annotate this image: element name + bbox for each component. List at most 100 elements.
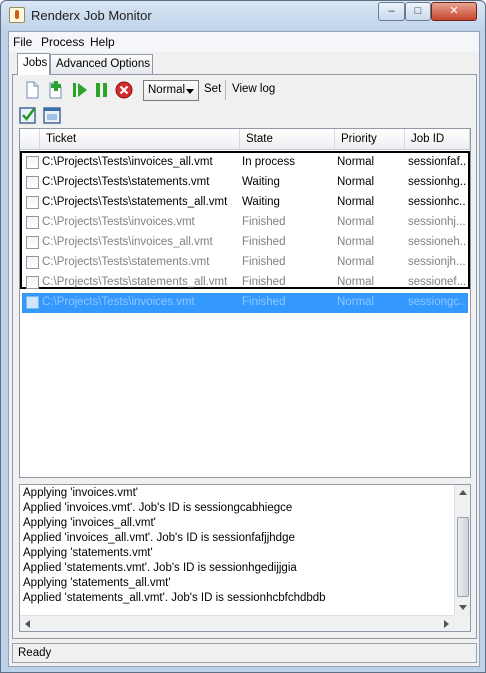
cell-state: Finished (242, 236, 286, 248)
cell-state: Finished (242, 296, 286, 308)
row-checkbox[interactable] (26, 176, 39, 189)
client-area: File Process Help Jobs Advanced Options (8, 31, 480, 667)
menu-help[interactable]: Help (90, 35, 115, 49)
cell-ticket: C:\Projects\Tests\invoices.vmt (42, 216, 195, 228)
log-line: Applied 'invoices.vmt'. Job's ID is sess… (23, 502, 293, 514)
cell-job-id: sessionhc... (408, 196, 466, 208)
header-job-id[interactable]: Job ID (405, 129, 470, 150)
row-checkbox[interactable] (26, 196, 39, 209)
cell-priority: Normal (337, 276, 375, 288)
cell-ticket: C:\Projects\Tests\statements_all.vmt (42, 276, 228, 288)
java-app-icon (9, 7, 25, 23)
cell-state: In process (242, 156, 296, 168)
row-checkbox[interactable] (26, 216, 39, 229)
set-button[interactable]: Set (204, 83, 221, 95)
table-row[interactable]: C:\Projects\Tests\invoices_all.vmt Finish… (22, 233, 468, 253)
toolbar: Normal Set View log (18, 79, 472, 103)
header-state[interactable]: State (240, 129, 335, 150)
pause-icon[interactable] (92, 80, 112, 100)
add-document-icon[interactable] (45, 80, 65, 100)
priority-select-value: Normal (148, 84, 186, 96)
cell-job-id: sessionhj... (408, 216, 466, 228)
priority-select[interactable]: Normal (143, 80, 199, 101)
cell-priority: Normal (337, 156, 375, 168)
cell-priority: Normal (337, 196, 375, 208)
row-checkbox[interactable] (26, 256, 39, 269)
select-window-icon[interactable] (42, 105, 62, 125)
log-line: Applied 'invoices_all.vmt'. Job's ID is … (23, 532, 295, 544)
cell-priority: Normal (337, 256, 375, 268)
cell-state: Finished (242, 216, 286, 228)
scrollbar-corner (454, 615, 470, 631)
cell-job-id: sessionef... (408, 276, 466, 288)
header-ticket[interactable]: Ticket (40, 129, 240, 150)
table-row[interactable]: C:\Projects\Tests\invoices.vmt Finished No… (22, 293, 468, 313)
log-line: Applying 'statements.vmt' (23, 547, 153, 559)
menu-process[interactable]: Process (41, 35, 84, 49)
row-checkbox[interactable] (26, 156, 39, 169)
cell-state: Finished (242, 276, 286, 288)
cell-priority: Normal (337, 296, 375, 308)
play-icon[interactable] (70, 80, 90, 100)
tab-advanced-options[interactable]: Advanced Options (50, 54, 153, 75)
jobs-panel: Normal Set View log Ticket State Priorit… (12, 74, 477, 639)
tab-jobs[interactable]: Jobs (17, 53, 50, 75)
row-checkbox[interactable] (26, 236, 39, 249)
cell-ticket: C:\Projects\Tests\statements.vmt (42, 256, 210, 268)
table-row[interactable]: C:\Projects\Tests\invoices.vmt Finished No… (22, 213, 468, 233)
table-row[interactable]: C:\Projects\Tests\statements_all.vmt Wait… (22, 193, 468, 213)
toolbar-secondary (18, 105, 78, 125)
close-button[interactable]: ✕ (431, 2, 477, 21)
window-title: Renderx Job Monitor (31, 8, 152, 23)
cell-ticket: C:\Projects\Tests\invoices_all.vmt (42, 156, 213, 168)
log-panel: Applying 'invoices.vmt' Applied 'invoices… (19, 484, 471, 632)
log-line: Applied 'statements_all.vmt'. Job's ID i… (23, 592, 326, 604)
cell-ticket: C:\Projects\Tests\statements_all.vmt (42, 196, 228, 208)
log-line: Applying 'invoices.vmt' (23, 487, 138, 499)
scroll-down-icon[interactable] (459, 605, 467, 610)
cell-priority: Normal (337, 236, 375, 248)
menu-file[interactable]: File (13, 35, 32, 49)
log-line: Applying 'statements_all.vmt' (23, 577, 171, 589)
table-header: Ticket State Priority Job ID (20, 129, 470, 150)
minimize-button[interactable]: ‒ (378, 2, 405, 21)
title-bar[interactable]: Renderx Job Monitor ‒ □ ✕ (1, 1, 485, 31)
status-bar: Ready (12, 643, 477, 663)
log-line: Applying 'invoices_all.vmt' (23, 517, 156, 529)
row-checkbox[interactable] (26, 296, 39, 309)
table-row[interactable]: C:\Projects\Tests\statements.vmt Waiting N… (22, 173, 468, 193)
cell-job-id: sessionhg... (408, 176, 466, 188)
cell-job-id: sessiongc... (408, 296, 466, 308)
cell-priority: Normal (337, 176, 375, 188)
table-body: C:\Projects\Tests\invoices_all.vmt In pro… (20, 151, 470, 313)
check-all-icon[interactable] (18, 105, 38, 125)
header-checkbox-column (20, 129, 40, 150)
scroll-thumb[interactable] (457, 517, 469, 597)
stop-icon[interactable] (114, 80, 134, 100)
row-checkbox[interactable] (26, 276, 39, 289)
app-window: Renderx Job Monitor ‒ □ ✕ File Process H… (0, 0, 486, 673)
cell-job-id: sessionjh... (408, 256, 466, 268)
log-vertical-scrollbar[interactable] (454, 485, 470, 616)
cell-priority: Normal (337, 216, 375, 228)
cell-ticket: C:\Projects\Tests\statements.vmt (42, 176, 210, 188)
scroll-up-icon[interactable] (459, 490, 467, 495)
cell-state: Waiting (242, 176, 280, 188)
tab-advanced-options-label: Advanced Options (56, 58, 150, 70)
table-row[interactable]: C:\Projects\Tests\statements.vmt Finished… (22, 253, 468, 273)
maximize-button[interactable]: □ (405, 2, 431, 21)
cell-job-id: sessionfaf... (408, 156, 466, 168)
header-priority[interactable]: Priority (335, 129, 405, 150)
status-text: Ready (18, 647, 52, 659)
view-log-button[interactable]: View log (232, 83, 275, 95)
table-row[interactable]: C:\Projects\Tests\invoices_all.vmt In pro… (22, 153, 468, 173)
log-line: Applied 'statements.vmt'. Job's ID is se… (23, 562, 297, 574)
log-horizontal-scrollbar[interactable] (20, 615, 454, 631)
tab-jobs-label: Jobs (23, 57, 48, 69)
toolbar-separator (225, 80, 226, 100)
jobs-table: Ticket State Priority Job ID C:\Projects… (19, 128, 471, 478)
new-document-icon[interactable] (22, 80, 42, 100)
scroll-left-icon[interactable] (25, 620, 30, 628)
scroll-right-icon[interactable] (444, 620, 449, 628)
table-row[interactable]: C:\Projects\Tests\statements_all.vmt Fini… (22, 273, 468, 293)
